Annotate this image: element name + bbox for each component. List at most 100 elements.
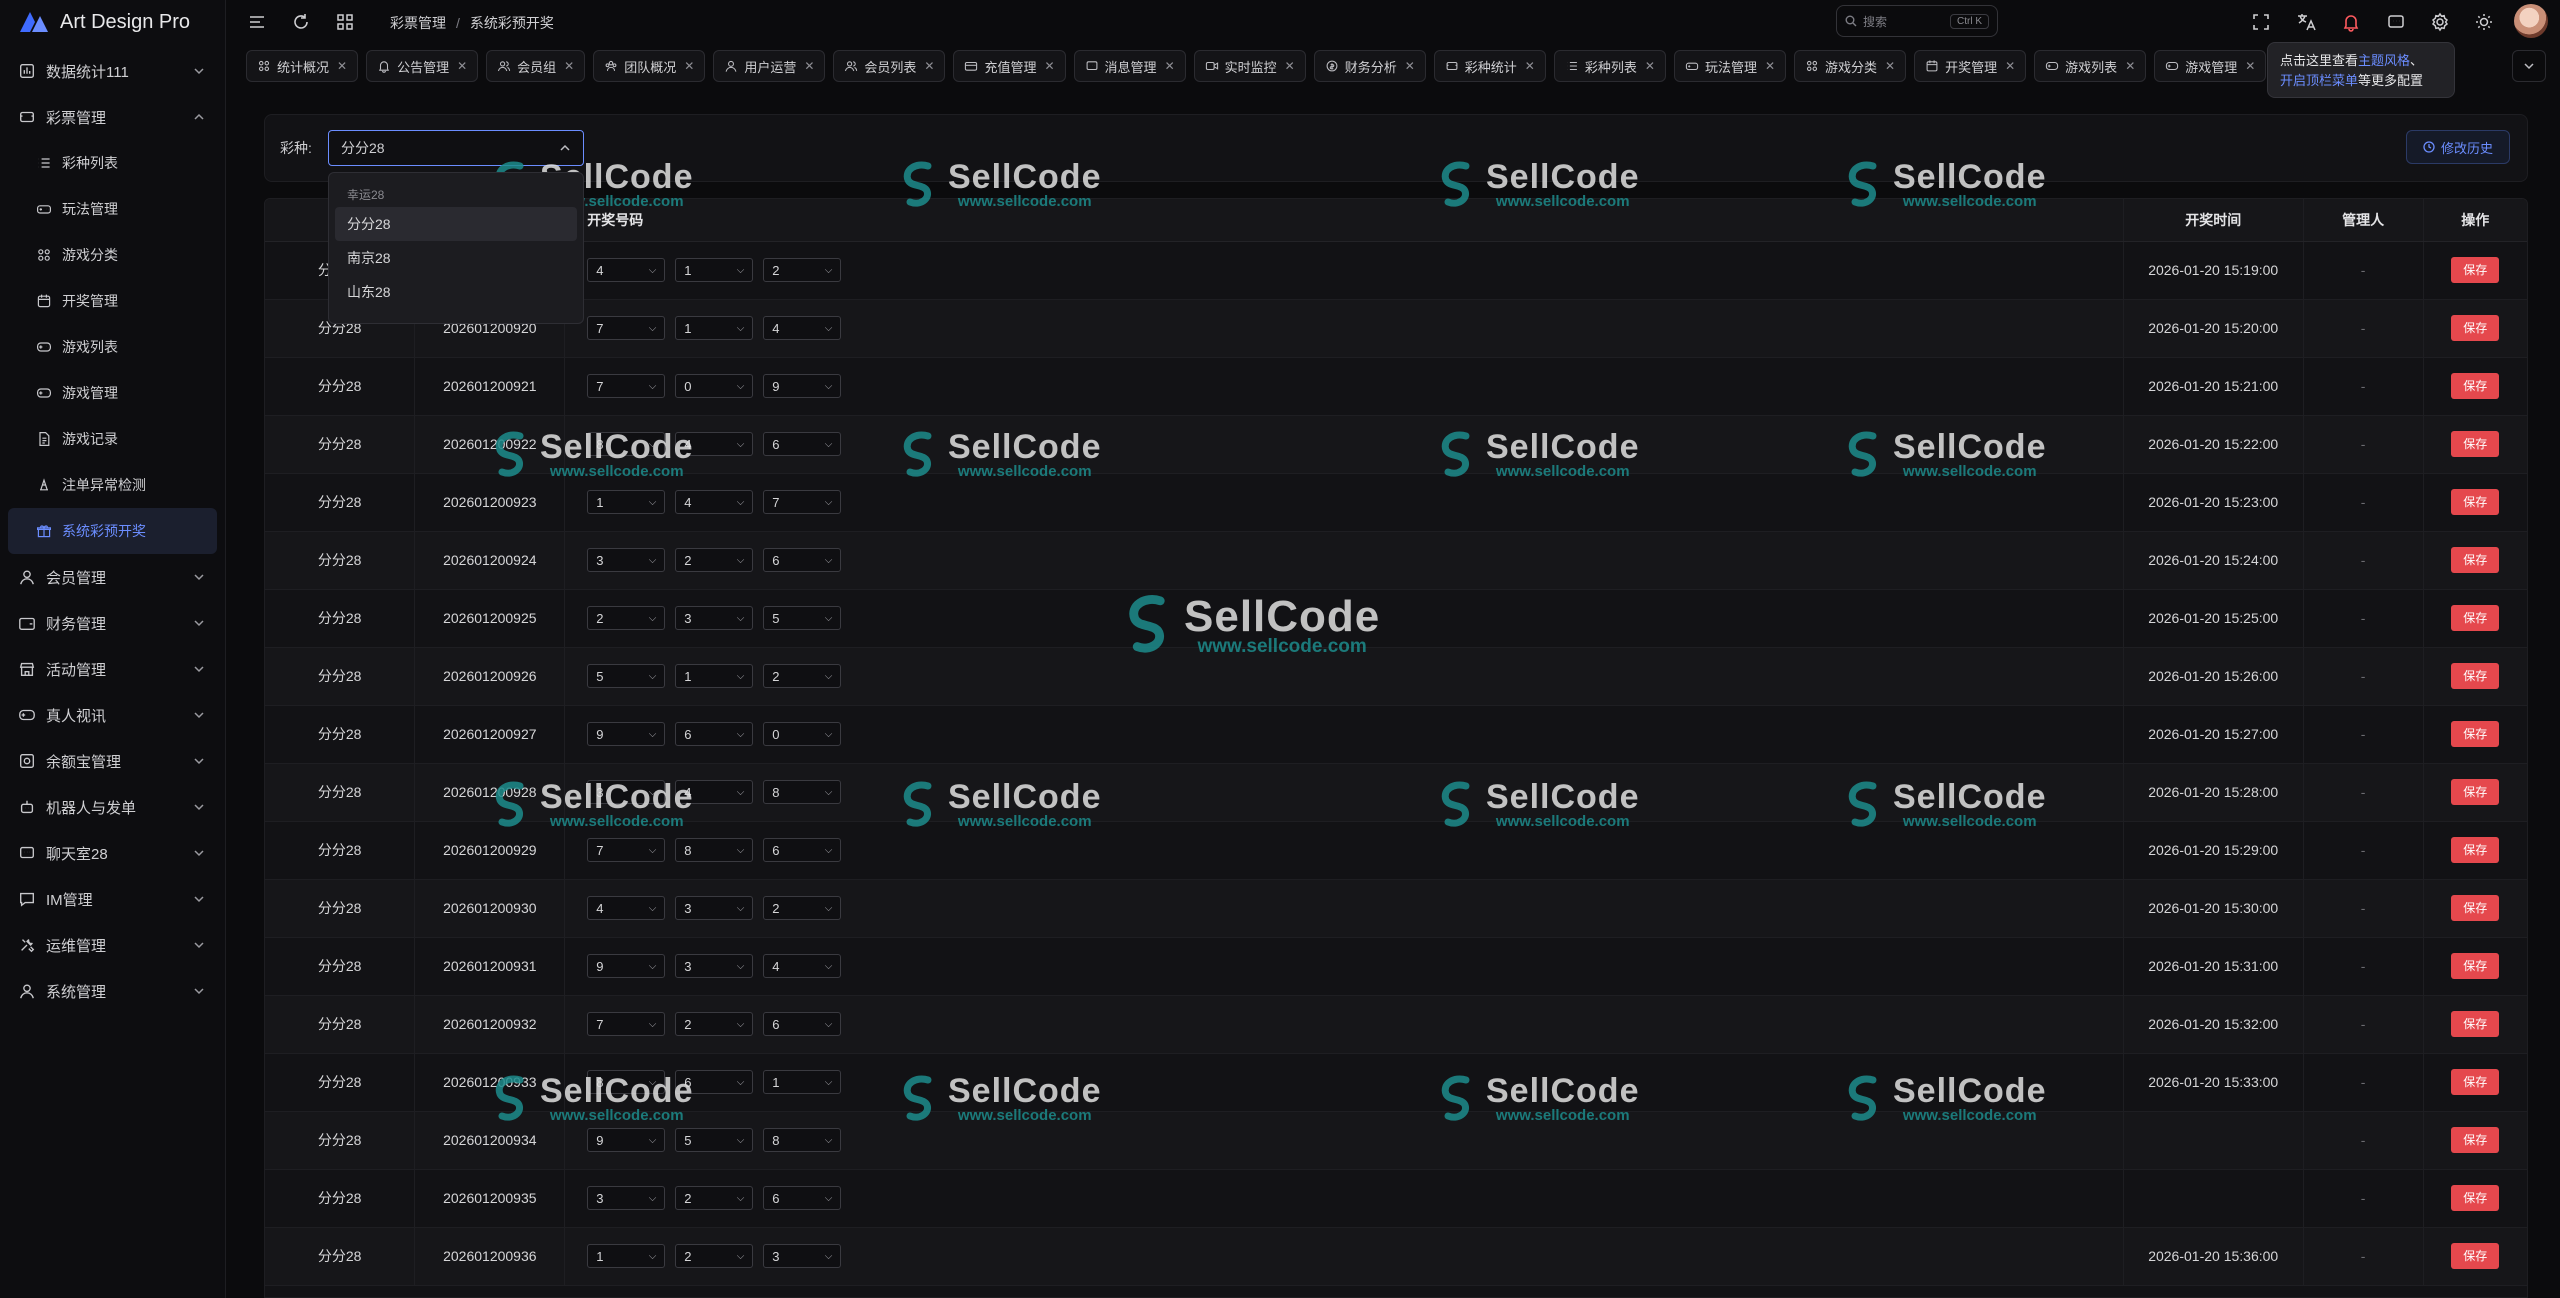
sidebar-item[interactable]: 系统彩预开奖 — [8, 508, 217, 554]
number-select[interactable]: 1 ⌵ — [675, 316, 754, 340]
number-select[interactable]: 4 ⌵ — [675, 490, 754, 514]
close-icon[interactable]: ✕ — [337, 59, 347, 73]
tab[interactable]: 财务分析 ✕ — [1313, 50, 1426, 82]
tabs-more-button[interactable] — [2512, 50, 2546, 82]
number-select[interactable]: 6 ⌵ — [675, 722, 754, 746]
number-select[interactable]: 7 ⌵ — [587, 316, 666, 340]
number-select[interactable]: 9 ⌵ — [763, 374, 842, 398]
save-button[interactable]: 保存 — [2451, 1243, 2500, 1269]
dropdown-option[interactable]: 分分28 — [335, 207, 577, 241]
number-select[interactable]: 4 ⌵ — [587, 896, 666, 920]
number-select[interactable]: 4 ⌵ — [763, 954, 842, 978]
theme-sun-icon[interactable] — [2473, 11, 2495, 33]
sidebar-item[interactable]: 注单异常检测 — [8, 462, 217, 508]
number-select[interactable]: 6 ⌵ — [763, 1012, 842, 1036]
tooltip-link-topmenu[interactable]: 开启顶栏菜单 — [2280, 73, 2358, 88]
fullscreen-icon[interactable] — [2250, 11, 2272, 33]
close-icon[interactable]: ✕ — [564, 59, 574, 73]
number-select[interactable]: 8 ⌵ — [587, 432, 666, 456]
save-button[interactable]: 保存 — [2451, 895, 2500, 921]
dropdown-option[interactable]: 南京28 — [335, 241, 577, 275]
number-select[interactable]: 7 ⌵ — [763, 490, 842, 514]
tab[interactable]: 游戏分类 ✕ — [1794, 50, 1907, 82]
tab[interactable]: 彩种列表 ✕ — [1553, 50, 1666, 82]
user-avatar[interactable] — [2514, 4, 2548, 38]
number-select[interactable]: 9 ⌵ — [587, 1128, 666, 1152]
number-select[interactable]: 4 ⌵ — [675, 432, 754, 456]
tab[interactable]: 消息管理 ✕ — [1073, 50, 1186, 82]
number-select[interactable]: 6 ⌵ — [763, 432, 842, 456]
number-select[interactable]: 4 ⌵ — [587, 258, 666, 282]
number-select[interactable]: 6 ⌵ — [763, 838, 842, 862]
number-select[interactable]: 9 ⌵ — [587, 954, 666, 978]
sidebar-item[interactable]: 彩票管理 — [8, 94, 217, 140]
translate-icon[interactable] — [2295, 11, 2317, 33]
number-select[interactable]: 3 ⌵ — [675, 896, 754, 920]
number-select[interactable]: 6 ⌵ — [675, 1070, 754, 1094]
number-select[interactable]: 1 ⌵ — [587, 1244, 666, 1268]
number-select[interactable]: 2 ⌵ — [763, 664, 842, 688]
close-icon[interactable]: ✕ — [1285, 59, 1295, 73]
save-button[interactable]: 保存 — [2451, 1185, 2500, 1211]
close-icon[interactable]: ✕ — [1405, 59, 1415, 73]
save-button[interactable]: 保存 — [2451, 953, 2500, 979]
sidebar-item[interactable]: 游戏分类 — [8, 232, 217, 278]
save-button[interactable]: 保存 — [2451, 257, 2500, 283]
number-select[interactable]: 8 ⌵ — [587, 1070, 666, 1094]
close-icon[interactable]: ✕ — [684, 59, 694, 73]
number-select[interactable]: 8 ⌵ — [675, 838, 754, 862]
number-select[interactable]: 7 ⌵ — [587, 374, 666, 398]
number-select[interactable]: 5 ⌵ — [675, 1128, 754, 1152]
save-button[interactable]: 保存 — [2451, 431, 2500, 457]
sidebar-item[interactable]: 彩种列表 — [8, 140, 217, 186]
tab[interactable]: 会员列表 ✕ — [833, 50, 946, 82]
app-logo[interactable]: Art Design Pro — [0, 0, 225, 44]
number-select[interactable]: 2 ⌵ — [587, 606, 666, 630]
number-select[interactable]: 2 ⌵ — [675, 1012, 754, 1036]
tooltip-link-theme[interactable]: 主题风格 — [2358, 53, 2410, 68]
sidebar-item[interactable]: 财务管理 — [8, 600, 217, 646]
tab[interactable]: 用户运营 ✕ — [713, 50, 826, 82]
save-button[interactable]: 保存 — [2451, 1011, 2500, 1037]
close-icon[interactable]: ✕ — [1765, 59, 1775, 73]
number-select[interactable]: 0 ⌵ — [675, 374, 754, 398]
close-icon[interactable]: ✕ — [457, 59, 467, 73]
lottery-type-select[interactable]: 分分28 — [328, 130, 584, 166]
number-select[interactable]: 5 ⌵ — [587, 664, 666, 688]
save-button[interactable]: 保存 — [2451, 489, 2500, 515]
tab[interactable]: 充值管理 ✕ — [953, 50, 1066, 82]
tab[interactable]: 玩法管理 ✕ — [1673, 50, 1787, 82]
close-icon[interactable]: ✕ — [1525, 59, 1535, 73]
close-icon[interactable]: ✕ — [2005, 59, 2015, 73]
number-select[interactable]: 1 ⌵ — [675, 258, 754, 282]
sidebar-item[interactable]: 余额宝管理 — [8, 738, 217, 784]
search-input[interactable]: 搜索 Ctrl K — [1836, 5, 1998, 37]
tab[interactable]: 团队概况 ✕ — [593, 50, 706, 82]
number-select[interactable]: 2 ⌵ — [763, 258, 842, 282]
refresh-icon[interactable] — [290, 11, 312, 33]
save-button[interactable]: 保存 — [2451, 547, 2500, 573]
number-select[interactable]: 4 ⌵ — [763, 316, 842, 340]
sidebar-item[interactable]: 游戏记录 — [8, 416, 217, 462]
save-button[interactable]: 保存 — [2451, 663, 2500, 689]
number-select[interactable]: 7 ⌵ — [587, 1012, 666, 1036]
number-select[interactable]: 0 ⌵ — [763, 722, 842, 746]
tab[interactable]: 公告管理 ✕ — [366, 50, 479, 82]
sidebar-item[interactable]: 聊天室28 — [8, 830, 217, 876]
tab[interactable]: 开奖管理 ✕ — [1914, 50, 2027, 82]
close-icon[interactable]: ✕ — [2125, 59, 2135, 73]
number-select[interactable]: 7 ⌵ — [587, 838, 666, 862]
save-button[interactable]: 保存 — [2451, 373, 2500, 399]
save-button[interactable]: 保存 — [2451, 605, 2500, 631]
number-select[interactable]: 6 ⌵ — [763, 548, 842, 572]
breadcrumb-item[interactable]: 彩票管理 — [390, 13, 446, 33]
sidebar-item[interactable]: 机器人与发单 — [8, 784, 217, 830]
number-select[interactable]: 1 ⌵ — [763, 1070, 842, 1094]
number-select[interactable]: 6 ⌵ — [763, 1186, 842, 1210]
tab[interactable]: 实时监控 ✕ — [1193, 50, 1306, 82]
close-icon[interactable]: ✕ — [1165, 59, 1175, 73]
sidebar-item[interactable]: 开奖管理 — [8, 278, 217, 324]
tab[interactable]: 统计概况 ✕ — [246, 50, 359, 82]
number-select[interactable]: 8 ⌵ — [763, 1128, 842, 1152]
close-icon[interactable]: ✕ — [1885, 59, 1895, 73]
